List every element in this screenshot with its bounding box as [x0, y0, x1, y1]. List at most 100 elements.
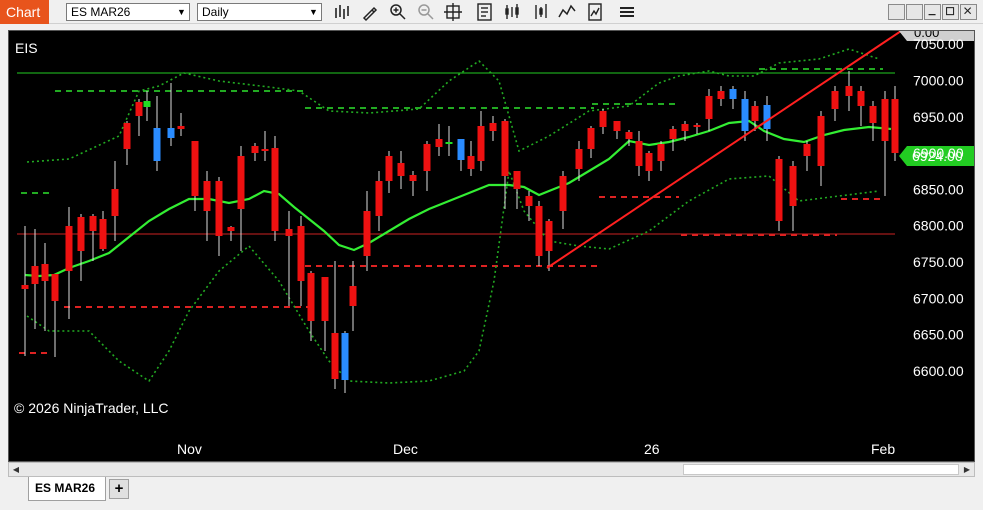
candle-body	[349, 286, 357, 306]
y-tick-label: 7000.00	[913, 72, 964, 88]
y-tick-label: 6900.00	[913, 145, 964, 161]
x-tick-label: Nov	[177, 441, 202, 457]
candle-body	[177, 126, 185, 129]
instrument-value: ES MAR26	[71, 5, 131, 19]
candle-body	[513, 171, 521, 189]
candle-body	[51, 274, 59, 301]
zoom-out-icon[interactable]	[416, 2, 436, 22]
candle-body	[397, 163, 405, 176]
minimize-icon[interactable]	[924, 4, 941, 20]
y-tick-label: 6950.00	[913, 109, 964, 125]
candle-body	[65, 226, 73, 271]
instrument-selector[interactable]: ES MAR26 ▼	[66, 3, 190, 21]
candle-body	[203, 181, 211, 211]
candle-body	[545, 221, 553, 251]
candle-body	[435, 139, 443, 147]
candle-body	[99, 219, 107, 249]
candle-body	[705, 96, 713, 119]
horizontal-scrollbar[interactable]: ◀ ▶	[8, 462, 975, 477]
candle-body	[657, 144, 665, 161]
candle-body	[261, 149, 269, 151]
candle-body	[775, 159, 783, 221]
candle-body	[535, 206, 543, 256]
candle-body	[669, 129, 677, 139]
y-tick-label: 6650.00	[913, 327, 964, 343]
scroll-left-icon[interactable]: ◀	[9, 463, 23, 476]
tab-bar: ES MAR26 +	[0, 477, 983, 510]
candle-body	[135, 102, 143, 116]
candle-body	[21, 285, 29, 289]
candle-body	[153, 128, 161, 161]
candle-body	[423, 144, 431, 171]
y-tick-label: 6600.00	[913, 363, 964, 379]
scroll-right-icon[interactable]: ▶	[960, 463, 974, 476]
scroll-thumb[interactable]	[683, 464, 959, 475]
candle-body	[385, 156, 393, 181]
candle-body	[143, 101, 151, 107]
candle-body	[237, 156, 245, 209]
y-tick-label: 6750.00	[913, 254, 964, 270]
candle-body	[477, 126, 485, 161]
link-icon[interactable]	[906, 4, 923, 20]
candle-body	[881, 99, 889, 141]
candle-body	[331, 333, 339, 379]
interval-value: Daily	[202, 5, 229, 19]
candle-body	[693, 125, 701, 127]
candle-body	[191, 141, 199, 196]
trend-line	[546, 31, 902, 269]
properties-icon[interactable]	[585, 2, 605, 22]
strategies-icon[interactable]	[531, 2, 551, 22]
chart-panel[interactable]: 6924.00 0.00 7050.00 7000.00 6950.00 6900.00…	[8, 30, 975, 462]
candle-body	[845, 86, 853, 96]
y-tick-label: 7050.00	[913, 36, 964, 52]
candle-body	[559, 176, 567, 211]
candle-body	[77, 217, 85, 251]
candle-body	[599, 111, 607, 127]
maximize-icon[interactable]	[942, 4, 959, 20]
candle-body	[489, 123, 497, 131]
candle-body	[227, 227, 235, 231]
templates-icon[interactable]	[557, 2, 577, 22]
candle-body	[215, 181, 223, 236]
candle-body	[31, 266, 39, 284]
candle-body	[297, 226, 305, 281]
tile-icon[interactable]	[888, 4, 905, 20]
crosshair-icon[interactable]	[443, 2, 463, 22]
y-tick-label: 6850.00	[913, 181, 964, 197]
chart-window: Chart ES MAR26 ▼ Daily ▼ 6924.00 0.00 70…	[0, 0, 983, 510]
candle-body	[817, 116, 825, 166]
candle-body	[525, 196, 533, 206]
copyright-text: © 2026 NinjaTrader, LLC	[14, 400, 169, 416]
candle-body	[625, 132, 633, 139]
tab-es-mar26[interactable]: ES MAR26	[28, 477, 106, 501]
candle-body	[501, 121, 509, 176]
candle-body	[123, 123, 131, 149]
candle-body	[869, 106, 877, 123]
draw-pencil-icon[interactable]	[360, 2, 380, 22]
candle-body	[681, 124, 689, 131]
indicators-icon[interactable]	[503, 2, 523, 22]
candle-body	[831, 91, 839, 109]
data-box-icon[interactable]	[475, 2, 495, 22]
add-tab-button[interactable]: +	[109, 479, 129, 499]
candle-body	[251, 146, 259, 153]
candle-body	[409, 175, 417, 181]
close-icon[interactable]	[960, 4, 977, 20]
candle-body	[167, 128, 175, 138]
price-chart[interactable]: 6924.000.00 7050.007000.006950.006900.00…	[9, 31, 974, 461]
x-tick-label: 26	[644, 441, 660, 457]
candle-body	[271, 148, 279, 231]
more-icon[interactable]	[617, 2, 637, 22]
bar-type-icon[interactable]	[332, 2, 352, 22]
candle-body	[587, 128, 595, 149]
candle-body	[445, 142, 453, 144]
candle-body	[751, 106, 759, 121]
interval-selector[interactable]: Daily ▼	[197, 3, 322, 21]
candle-body	[321, 277, 329, 321]
candle-body	[457, 139, 465, 160]
candle-body	[717, 91, 725, 99]
candle-body	[857, 91, 865, 106]
zoom-in-icon[interactable]	[388, 2, 408, 22]
candle-body	[741, 99, 749, 131]
candle-body	[375, 181, 383, 216]
